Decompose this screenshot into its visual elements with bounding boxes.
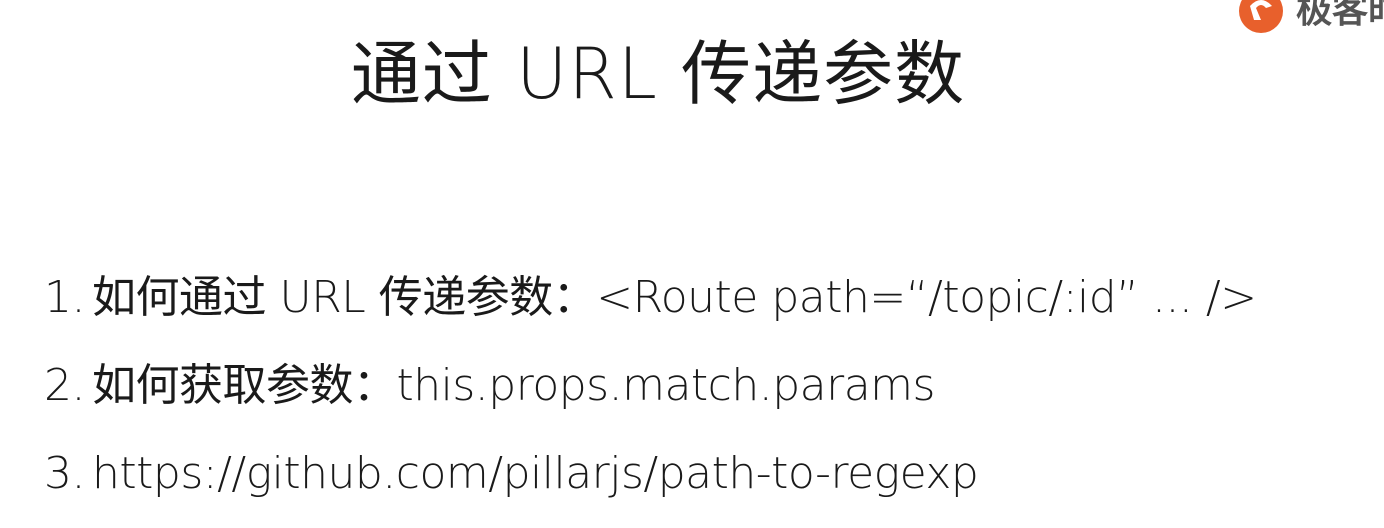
list-item: 1. 如何通过 URL 传递参数：<Route path=“/topic/:id… (44, 254, 1364, 342)
list-item-number: 3. (44, 448, 85, 499)
list-item-text: 如何获取参数：this.props.match.params (92, 360, 935, 411)
list-item-number: 2. (44, 360, 85, 411)
list-item: 2. 如何获取参数：this.props.match.params (44, 342, 1364, 430)
bullet-list: 1. 如何通过 URL 传递参数：<Route path=“/topic/:id… (44, 254, 1364, 518)
slide: 极客时 通过 URL 传递参数 1. 如何通过 URL 传递参数：<Route … (0, 0, 1384, 528)
list-item-link: https://github.com/pillarjs/path-to-rege… (92, 448, 979, 499)
list-item-text: 如何通过 URL 传递参数：<Route path=“/topic/:id” .… (92, 272, 1257, 323)
list-item: 3. https://github.com/pillarjs/path-to-r… (44, 430, 1364, 518)
list-item-number: 1. (44, 272, 85, 323)
slide-title: 通过 URL 传递参数 (350, 33, 966, 115)
